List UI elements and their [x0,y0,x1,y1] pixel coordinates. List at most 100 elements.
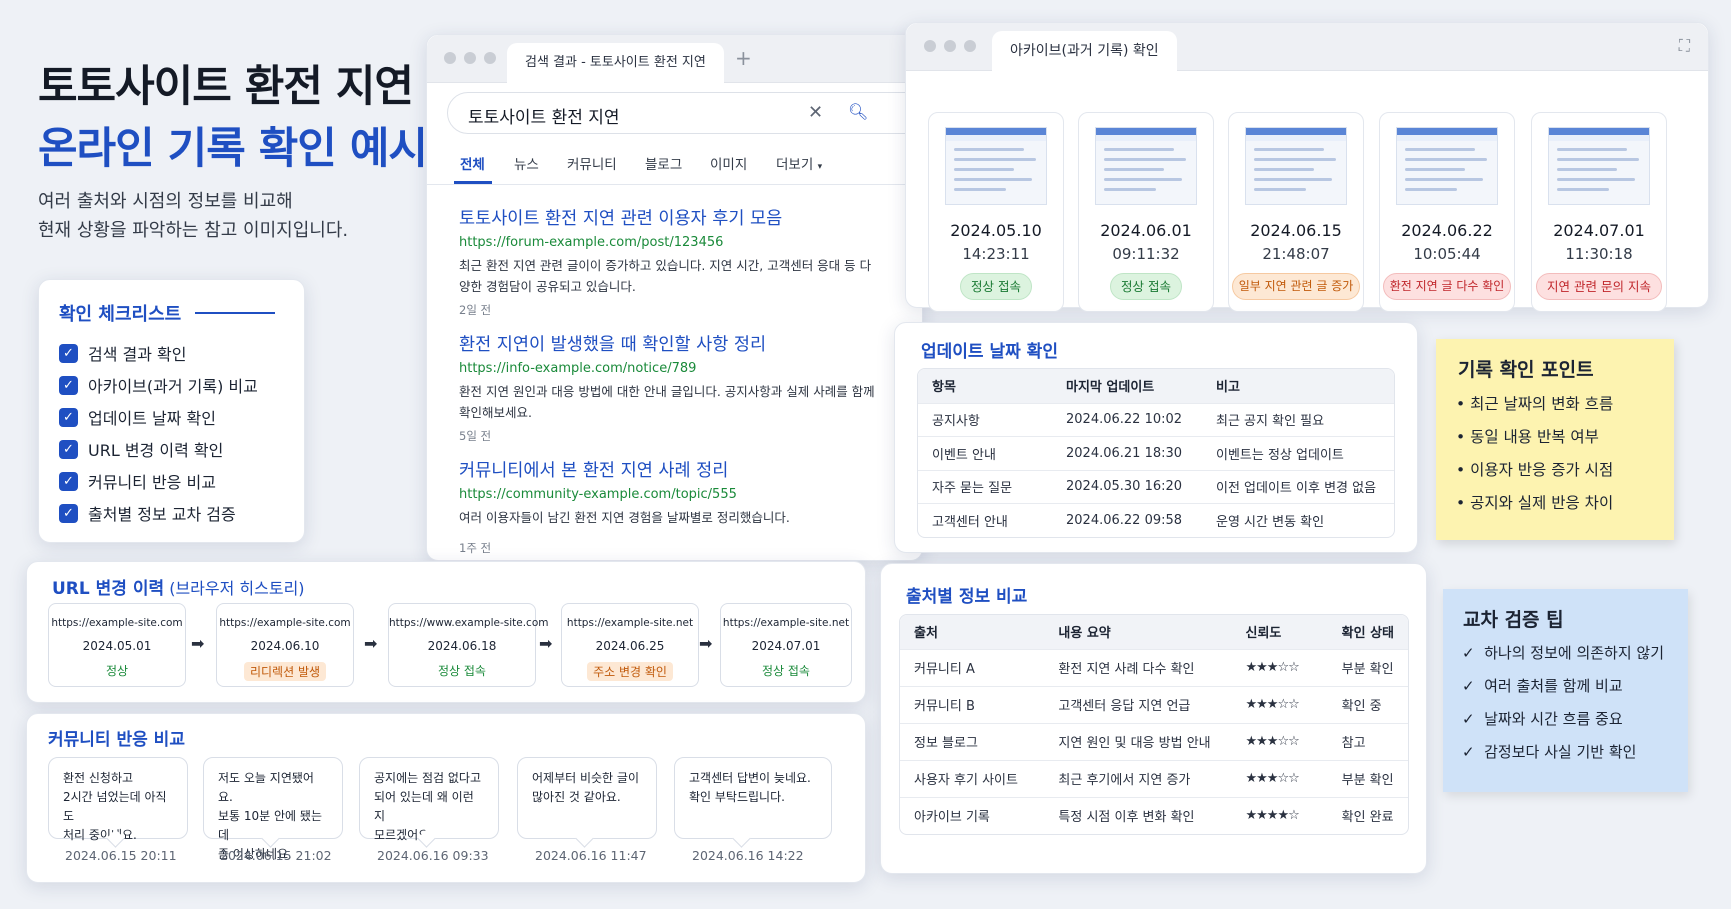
table-row: 커뮤니티 A 환전 지연 사례 다수 확인 ★★★☆☆ 부분 확인 [900,648,1408,686]
url-history-entry[interactable]: https://example-site.com 2024.05.01 정상 [48,603,186,687]
search-result[interactable]: 토토사이트 환전 지연 관련 이용자 후기 모음 https://forum-e… [459,205,879,318]
result-title-link[interactable]: 토토사이트 환전 지연 관련 이용자 후기 모음 [459,205,879,230]
url-history-title: URL 변경 이력 [52,579,165,599]
window-close-dot[interactable] [444,52,456,64]
col-header: 확인 상태 [1327,615,1408,649]
result-title-link[interactable]: 커뮤니티에서 본 환전 지연 사례 정리 [459,457,879,482]
table-row: 자주 묻는 질문 2024.05.30 16:20 이전 업데이트 이후 변경 없음 [918,469,1394,504]
url-history-entry[interactable]: https://example-site.net 2024.07.01 정상 접… [720,603,852,687]
arrow-right-icon: ➡ [364,634,378,653]
update-dates-table: 항목 마지막 업데이트 비고 공지사항 2024.06.22 10:02 최근 공지… [917,368,1395,539]
archive-snapshot[interactable]: 2024.06.01 09:11:32 정상 접속 [1078,112,1214,312]
clear-x-icon[interactable]: ✕ [808,102,823,123]
checklist-item[interactable]: ✓ 커뮤니티 반응 비교 [59,465,258,497]
rating-stars: ★★★☆☆ [1231,759,1328,797]
community-post-bubble[interactable]: 환전 신청하고 2시간 넘었는데 아직도 처리 중이네요. [48,757,188,842]
post-timestamp: 2024.06.16 11:47 [535,848,647,863]
history-url[interactable]: https://www.example-site.com [389,617,548,629]
window-maximize-dot[interactable] [964,40,976,52]
check-icon: ✓ [1462,644,1475,662]
archive-snapshot[interactable]: 2024.06.22 10:05:44 환전 지연 글 다수 확인 [1379,112,1515,312]
checkbox-checked-icon[interactable]: ✓ [59,439,78,459]
url-history-entry[interactable]: https://example-site.net 2024.06.25 주소 변… [561,603,699,687]
snapshot-thumbnail [1548,127,1650,205]
tab-community[interactable]: 커뮤니티 [567,153,617,173]
history-date: 2024.06.18 [427,639,497,653]
snapshot-date: 2024.07.01 [1553,221,1645,240]
history-url[interactable]: https://example-site.com [217,617,353,629]
snapshot-date: 2024.06.15 [1250,221,1342,240]
history-date: 2024.07.01 [751,639,821,653]
result-age: 5일 전 [459,429,492,443]
table-row: 정보 블로그 지연 원인 및 대응 방법 안내 ★★★☆☆ 참고 [900,722,1408,760]
tab-blog[interactable]: 블로그 [645,153,682,173]
hero-description-line-2: 현재 상황을 파악하는 참고 이미지입니다. [38,220,349,241]
col-header: 비고 [1202,369,1394,403]
new-tab-plus-icon[interactable]: + [735,46,752,70]
checklist-item[interactable]: ✓ URL 변경 이력 확인 [59,433,258,465]
rating-stars: ★★★☆☆ [1231,648,1328,686]
checklist-item[interactable]: ✓ 아카이브(과거 기록) 비교 [59,369,258,401]
result-url[interactable]: https://community-example.com/topic/555 [459,487,879,502]
tab-images[interactable]: 이미지 [710,153,747,173]
record-point-item: • 공지와 실제 반응 차이 [1456,494,1614,512]
table-row: 고객센터 안내 2024.06.22 09:58 운영 시간 변동 확인 [918,503,1394,538]
checkbox-checked-icon[interactable]: ✓ [59,503,78,523]
checkbox-checked-icon[interactable]: ✓ [59,343,78,363]
checkbox-checked-icon[interactable]: ✓ [59,407,78,427]
result-url[interactable]: https://forum-example.com/post/123456 [459,235,879,250]
record-point-item: • 최근 날짜의 변화 흐름 [1456,395,1614,413]
result-title-link[interactable]: 환전 지연이 발생했을 때 확인할 사항 정리 [459,331,879,356]
source-comparison-title: 출처별 정보 비교 [906,587,1028,607]
search-result[interactable]: 커뮤니티에서 본 환전 지연 사례 정리 https://community-e… [459,457,879,556]
history-url[interactable]: https://example-site.net [721,617,851,629]
search-box[interactable]: 토토사이트 환전 지연 ✕ 🔍︎ [447,92,922,134]
community-post-bubble[interactable]: 저도 오늘 지연됐어요. 보통 10분 안에 됐는데 좀 이상하네요. [203,757,343,861]
url-history-subtitle: (브라우저 히스토리) [169,579,305,598]
checklist-item[interactable]: ✓ 업데이트 날짜 확인 [59,401,258,433]
tab-all[interactable]: 전체 [460,153,485,173]
checklist-item[interactable]: ✓ 출처별 정보 교차 검증 [59,497,258,529]
community-post-bubble[interactable]: 고객센터 답변이 늦네요. 확인 부탁드립니다. [674,757,832,839]
check-icon: ✓ [1462,710,1475,728]
hero-description-line-1: 여러 출처와 시점의 정보를 비교해 [38,191,293,212]
table-row: 사용자 후기 사이트 최근 후기에서 지연 증가 ★★★☆☆ 부분 확인 [900,759,1408,797]
window-minimize-dot[interactable] [944,40,956,52]
tab-more[interactable]: 더보기 ▾ [776,153,822,173]
checkbox-checked-icon[interactable]: ✓ [59,375,78,395]
fullscreen-icon[interactable]: ⛶ [1679,36,1690,56]
window-maximize-dot[interactable] [484,52,496,64]
community-post-bubble[interactable]: 어제부터 비슷한 글이 많아진 것 같아요. [517,757,657,839]
col-header: 항목 [918,369,1052,403]
browser-tab-search[interactable]: 검색 결과 - 토토사이트 환전 지연 [507,43,724,83]
checkbox-checked-icon[interactable]: ✓ [59,471,78,491]
snapshot-date: 2024.06.22 [1401,221,1493,240]
url-history-entry[interactable]: https://www.example-site.com 2024.06.18 … [388,603,548,687]
community-post-bubble[interactable]: 공지에는 점검 없다고 되어 있는데 왜 이런지 모르겠어요. [359,757,499,842]
archive-snapshot[interactable]: 2024.07.01 11:30:18 지연 관련 문의 지속 [1531,112,1667,312]
archive-snapshot[interactable]: 2024.05.10 14:23:11 정상 접속 [928,112,1064,312]
history-url[interactable]: https://example-site.com [49,617,185,629]
checklist-item[interactable]: ✓ 검색 결과 확인 [59,337,258,369]
tip-item: ✓ 하나의 정보에 의존하지 않기 [1462,644,1665,662]
snapshot-status-badge: 지연 관련 문의 지속 [1536,273,1662,300]
snapshot-status-badge: 정상 접속 [960,273,1032,300]
tips-title: 교차 검증 팁 [1463,609,1564,631]
history-url[interactable]: https://example-site.net [562,617,698,629]
tips-list: ✓ 하나의 정보에 의존하지 않기 ✓ 여러 출처를 함께 비교 ✓ 날짜와 시… [1462,637,1664,769]
col-header: 출처 [900,615,1045,649]
search-result[interactable]: 환전 지연이 발생했을 때 확인할 사항 정리 https://info-exa… [459,331,879,444]
tip-item: ✓ 감정보다 사실 기반 확인 [1462,743,1637,761]
tab-news[interactable]: 뉴스 [514,153,539,173]
url-history-entry[interactable]: https://example-site.com 2024.06.10 리디렉션… [216,603,354,687]
browser-tab-archive[interactable]: 아카이브(과거 기록) 확인 [992,31,1177,71]
post-timestamp: 2024.06.16 14:22 [692,848,804,863]
page-title: 토토사이트 환전 지연 [38,62,414,112]
source-comparison-card: 출처별 정보 비교 출처 내용 요약 신뢰도 확인 상태 커뮤니티 A 환전 지연… [880,563,1427,874]
archive-snapshot[interactable]: 2024.06.15 21:48:07 일부 지연 관련 글 증가 [1228,112,1364,312]
window-close-dot[interactable] [924,40,936,52]
search-query[interactable]: 토토사이트 환전 지연 [468,103,620,128]
search-icon[interactable]: 🔍︎ [848,102,868,121]
window-minimize-dot[interactable] [464,52,476,64]
result-url[interactable]: https://info-example.com/notice/789 [459,361,879,376]
